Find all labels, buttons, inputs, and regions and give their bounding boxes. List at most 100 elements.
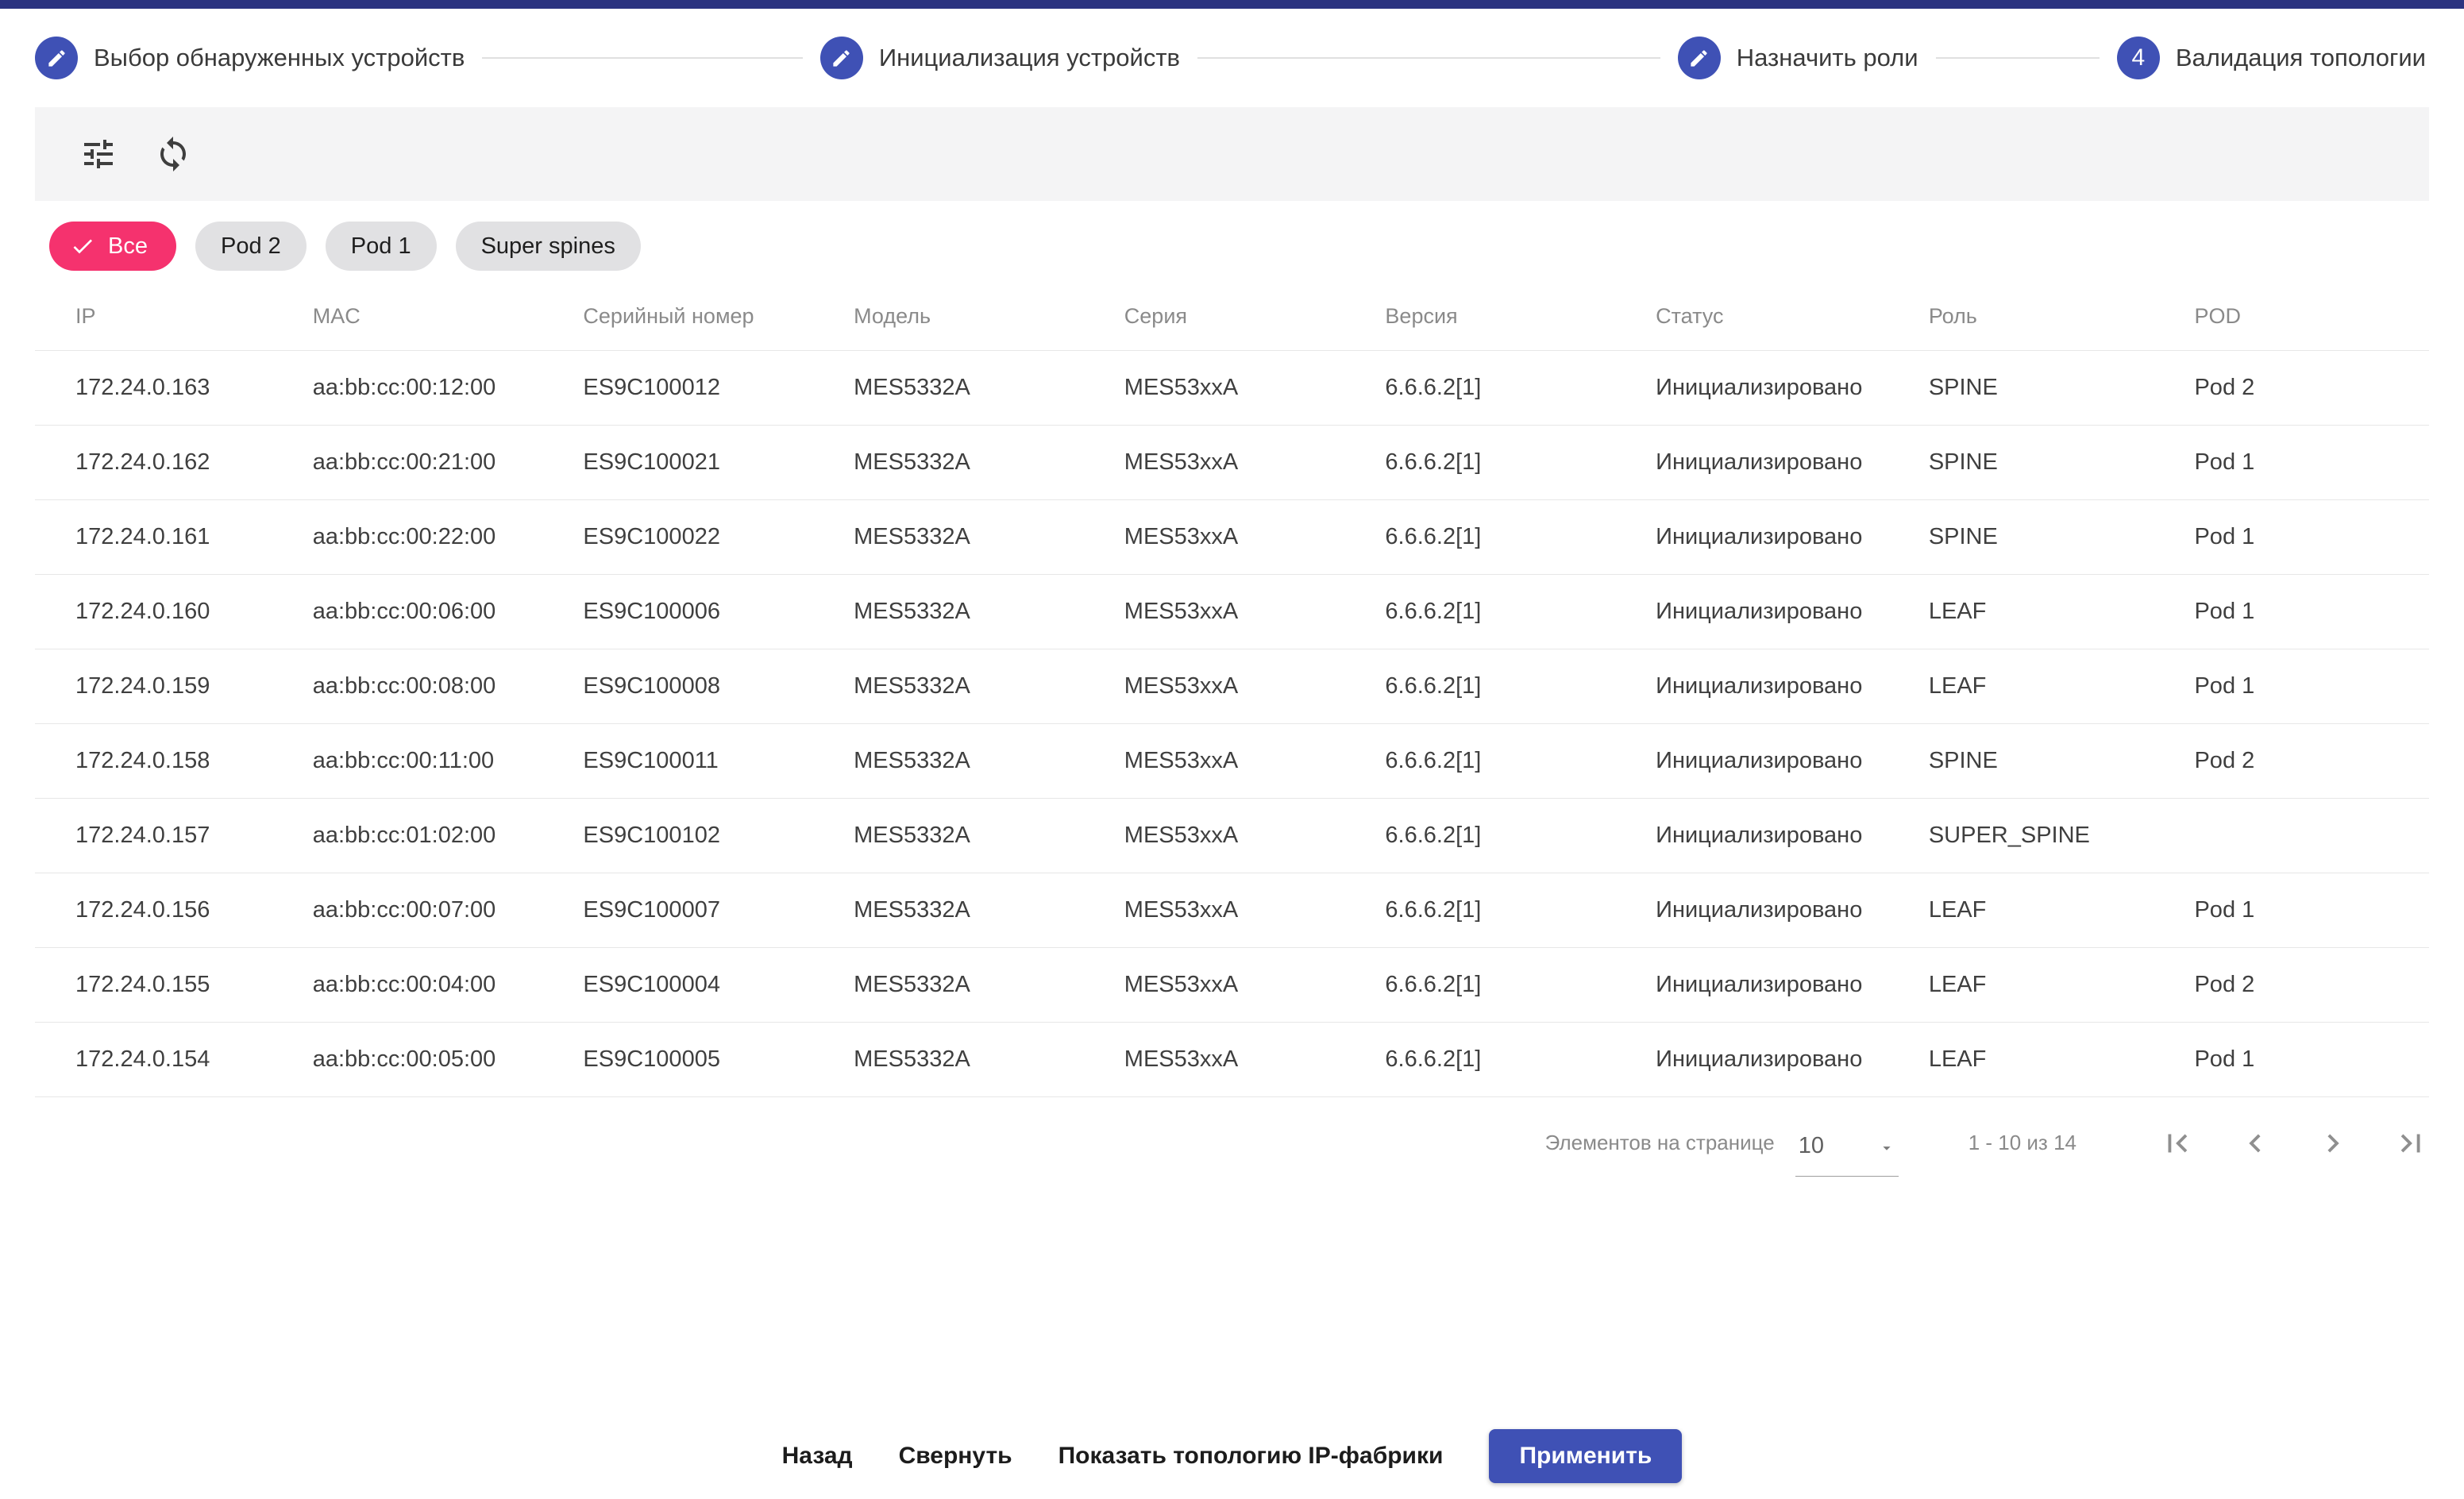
cell-model: MES5332A — [854, 499, 1124, 574]
cell-pod: Pod 2 — [2194, 947, 2429, 1022]
step-label: Выбор обнаруженных устройств — [94, 44, 465, 72]
next-page-icon[interactable] — [2315, 1125, 2351, 1162]
cell-version: 6.6.6.2[1] — [1385, 947, 1656, 1022]
edit-icon — [35, 37, 78, 79]
cell-pod: Pod 1 — [2194, 499, 2429, 574]
collapse-button[interactable]: Свернуть — [899, 1443, 1012, 1470]
column-pod: POD — [2194, 283, 2429, 350]
step-connector — [1936, 57, 2100, 59]
cell-ip: 172.24.0.156 — [35, 873, 313, 947]
step-init-devices[interactable]: Инициализация устройств — [820, 37, 1180, 79]
cell-series: MES53xxA — [1124, 873, 1386, 947]
cell-model: MES5332A — [854, 350, 1124, 425]
cell-mac: aa:bb:cc:00:21:00 — [313, 425, 584, 499]
items-per-page-select[interactable]: 10 — [1795, 1128, 1899, 1177]
table-row[interactable]: 172.24.0.161 aa:bb:cc:00:22:00 ES9C10002… — [35, 499, 2429, 574]
cell-version: 6.6.6.2[1] — [1385, 873, 1656, 947]
table-row[interactable]: 172.24.0.155 aa:bb:cc:00:04:00 ES9C10000… — [35, 947, 2429, 1022]
chip-pod-2[interactable]: Pod 2 — [195, 222, 307, 271]
cell-mac: aa:bb:cc:00:04:00 — [313, 947, 584, 1022]
cell-pod: Pod 1 — [2194, 574, 2429, 649]
table-row[interactable]: 172.24.0.157 aa:bb:cc:01:02:00 ES9C10010… — [35, 798, 2429, 873]
filter-chips: Все Pod 2 Pod 1 Super spines — [49, 222, 2429, 271]
column-role: Роль — [1929, 283, 2195, 350]
chip-super-spines[interactable]: Super spines — [456, 222, 641, 271]
chevron-down-icon — [1878, 1133, 1895, 1163]
cell-model: MES5332A — [854, 723, 1124, 798]
cell-version: 6.6.6.2[1] — [1385, 350, 1656, 425]
cell-status: Инициализировано — [1656, 350, 1929, 425]
cell-status: Инициализировано — [1656, 723, 1929, 798]
filter-settings-icon[interactable] — [79, 135, 118, 173]
cell-model: MES5332A — [854, 873, 1124, 947]
cell-status: Инициализировано — [1656, 873, 1929, 947]
cell-ip: 172.24.0.159 — [35, 649, 313, 723]
cell-version: 6.6.6.2[1] — [1385, 649, 1656, 723]
cell-version: 6.6.6.2[1] — [1385, 499, 1656, 574]
cell-ip: 172.24.0.157 — [35, 798, 313, 873]
cell-role: LEAF — [1929, 574, 2195, 649]
cell-series: MES53xxA — [1124, 350, 1386, 425]
apply-button[interactable]: Применить — [1489, 1429, 1682, 1483]
refresh-icon[interactable] — [154, 135, 192, 173]
cell-version: 6.6.6.2[1] — [1385, 798, 1656, 873]
cell-ip: 172.24.0.161 — [35, 499, 313, 574]
cell-ip: 172.24.0.163 — [35, 350, 313, 425]
table-row[interactable]: 172.24.0.154 aa:bb:cc:00:05:00 ES9C10000… — [35, 1022, 2429, 1096]
column-mac: MAC — [313, 283, 584, 350]
cell-model: MES5332A — [854, 649, 1124, 723]
table-row[interactable]: 172.24.0.160 aa:bb:cc:00:06:00 ES9C10000… — [35, 574, 2429, 649]
step-validate-topology[interactable]: 4 Валидация топологии — [2117, 37, 2426, 79]
chip-pod-1[interactable]: Pod 1 — [326, 222, 437, 271]
step-connector — [482, 57, 802, 59]
cell-version: 6.6.6.2[1] — [1385, 1022, 1656, 1096]
back-button[interactable]: Назад — [782, 1443, 853, 1470]
cell-model: MES5332A — [854, 574, 1124, 649]
wizard-footer: Назад Свернуть Показать топологию IP-фаб… — [0, 1429, 2464, 1483]
cell-mac: aa:bb:cc:00:06:00 — [313, 574, 584, 649]
wizard-stepper: Выбор обнаруженных устройств Инициализац… — [0, 9, 2464, 107]
cell-pod: Pod 1 — [2194, 425, 2429, 499]
column-series: Серия — [1124, 283, 1386, 350]
step-assign-roles[interactable]: Назначить роли — [1678, 37, 1918, 79]
cell-role: LEAF — [1929, 649, 2195, 723]
cell-mac: aa:bb:cc:00:08:00 — [313, 649, 584, 723]
cell-role: SUPER_SPINE — [1929, 798, 2195, 873]
chip-label: Pod 1 — [351, 233, 411, 260]
cell-series: MES53xxA — [1124, 798, 1386, 873]
table-row[interactable]: 172.24.0.163 aa:bb:cc:00:12:00 ES9C10001… — [35, 350, 2429, 425]
table-row[interactable]: 172.24.0.156 aa:bb:cc:00:07:00 ES9C10000… — [35, 873, 2429, 947]
chip-all[interactable]: Все — [49, 222, 176, 271]
cell-status: Инициализировано — [1656, 1022, 1929, 1096]
cell-mac: aa:bb:cc:00:11:00 — [313, 723, 584, 798]
cell-mac: aa:bb:cc:00:05:00 — [313, 1022, 584, 1096]
cell-pod: Pod 1 — [2194, 873, 2429, 947]
column-status: Статус — [1656, 283, 1929, 350]
cell-series: MES53xxA — [1124, 574, 1386, 649]
cell-series: MES53xxA — [1124, 649, 1386, 723]
table-row[interactable]: 172.24.0.158 aa:bb:cc:00:11:00 ES9C10001… — [35, 723, 2429, 798]
table-row[interactable]: 172.24.0.159 aa:bb:cc:00:08:00 ES9C10000… — [35, 649, 2429, 723]
cell-model: MES5332A — [854, 1022, 1124, 1096]
table-row[interactable]: 172.24.0.162 aa:bb:cc:00:21:00 ES9C10002… — [35, 425, 2429, 499]
table-body: 172.24.0.163 aa:bb:cc:00:12:00 ES9C10001… — [35, 350, 2429, 1096]
last-page-icon[interactable] — [2393, 1125, 2429, 1162]
first-page-icon[interactable] — [2159, 1125, 2196, 1162]
cell-status: Инициализировано — [1656, 798, 1929, 873]
cell-serial: ES9C100007 — [583, 873, 854, 947]
pagination-bar: Элементов на странице 10 1 - 10 из 14 — [35, 1097, 2429, 1189]
cell-version: 6.6.6.2[1] — [1385, 723, 1656, 798]
cell-series: MES53xxA — [1124, 499, 1386, 574]
cell-series: MES53xxA — [1124, 425, 1386, 499]
cell-series: MES53xxA — [1124, 723, 1386, 798]
pagination-nav — [2159, 1125, 2429, 1162]
show-topology-button[interactable]: Показать топологию IP-фабрики — [1058, 1443, 1444, 1470]
cell-ip: 172.24.0.158 — [35, 723, 313, 798]
chip-label: Super spines — [481, 233, 615, 260]
cell-status: Инициализировано — [1656, 947, 1929, 1022]
cell-role: SPINE — [1929, 723, 2195, 798]
previous-page-icon[interactable] — [2237, 1125, 2273, 1162]
edit-icon — [820, 37, 863, 79]
step-select-devices[interactable]: Выбор обнаруженных устройств — [35, 37, 465, 79]
cell-mac: aa:bb:cc:00:12:00 — [313, 350, 584, 425]
